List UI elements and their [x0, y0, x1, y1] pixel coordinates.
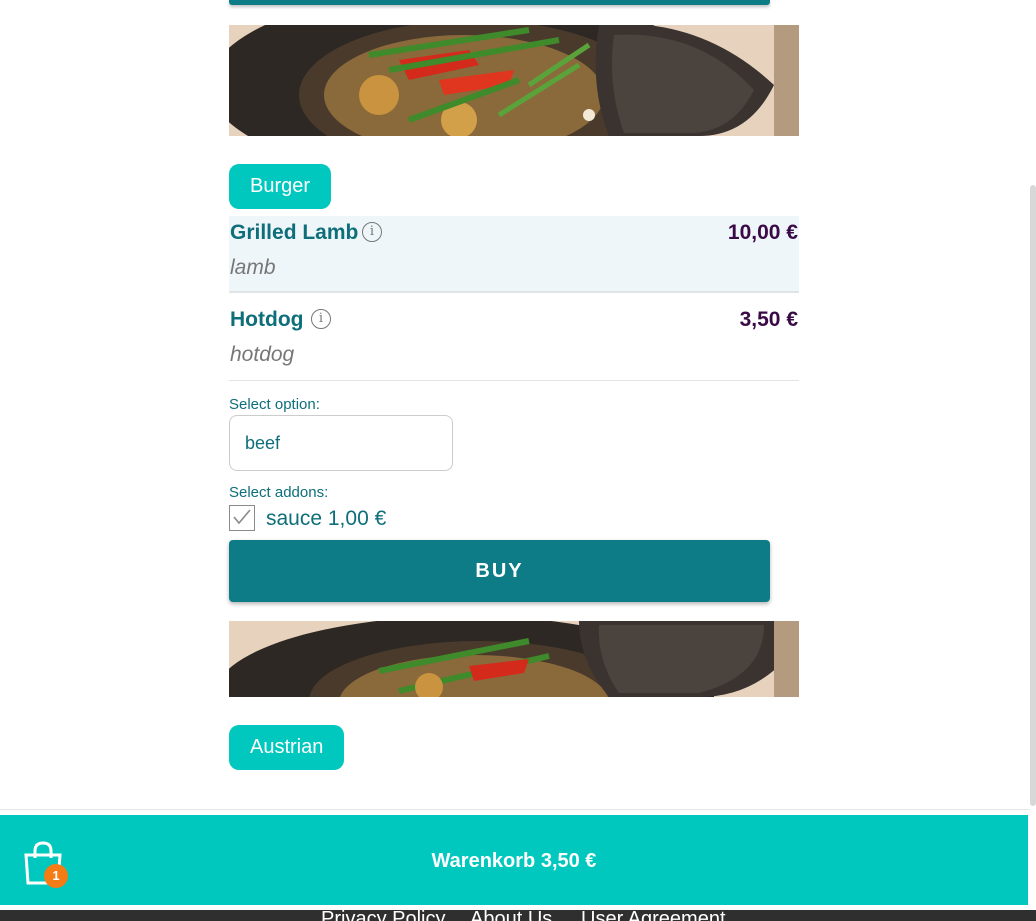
addon-label: sauce 1,00 €: [266, 507, 387, 530]
category-image-food: [229, 25, 799, 136]
footer-link-user-agreement[interactable]: User Agreement: [581, 910, 726, 921]
item-description: lamb: [230, 256, 276, 279]
page-scrollbar[interactable]: [1030, 185, 1036, 806]
select-option-label: Select option:: [229, 396, 320, 413]
item-name[interactable]: Grilled Lamb: [230, 221, 358, 245]
cart-count-badge: 1: [44, 864, 68, 888]
category-burger-button[interactable]: Burger: [229, 164, 332, 209]
cart-bar[interactable]: Warenkorb 3,50 €: [0, 815, 1028, 905]
menu-page: Burger Grilled Lamb i 10,00 € lamb Hotdo…: [0, 0, 1036, 921]
info-icon[interactable]: i: [311, 309, 331, 329]
menu-item-grilled-lamb[interactable]: Grilled Lamb i 10,00 € lamb: [229, 216, 799, 293]
option-select[interactable]: beef: [229, 415, 453, 471]
divider: [0, 809, 1030, 810]
menu-item-hotdog[interactable]: Hotdog i 3,50 € hotdog: [229, 303, 799, 381]
footer-link-about-us[interactable]: About Us: [470, 910, 552, 921]
buy-button[interactable]: BUY: [229, 540, 770, 602]
category-austrian-button[interactable]: Austrian: [229, 725, 345, 770]
item-description: hotdog: [230, 343, 295, 366]
select-addons-label: Select addons:: [229, 484, 329, 501]
item-price: 10,00 €: [727, 221, 798, 244]
cart-total[interactable]: Warenkorb 3,50 €: [0, 815, 1028, 905]
previous-buy-button-edge[interactable]: [229, 0, 770, 5]
footer: Privacy Policy About Us User Agreement: [0, 910, 1036, 921]
item-price: 3,50 €: [739, 308, 798, 331]
category-image-food: [229, 621, 799, 697]
checkmark-icon: [233, 509, 251, 525]
info-icon[interactable]: i: [362, 222, 382, 242]
addon-checkbox[interactable]: [229, 505, 255, 531]
item-name[interactable]: Hotdog: [230, 308, 303, 332]
footer-link-privacy-policy[interactable]: Privacy Policy: [321, 910, 445, 921]
